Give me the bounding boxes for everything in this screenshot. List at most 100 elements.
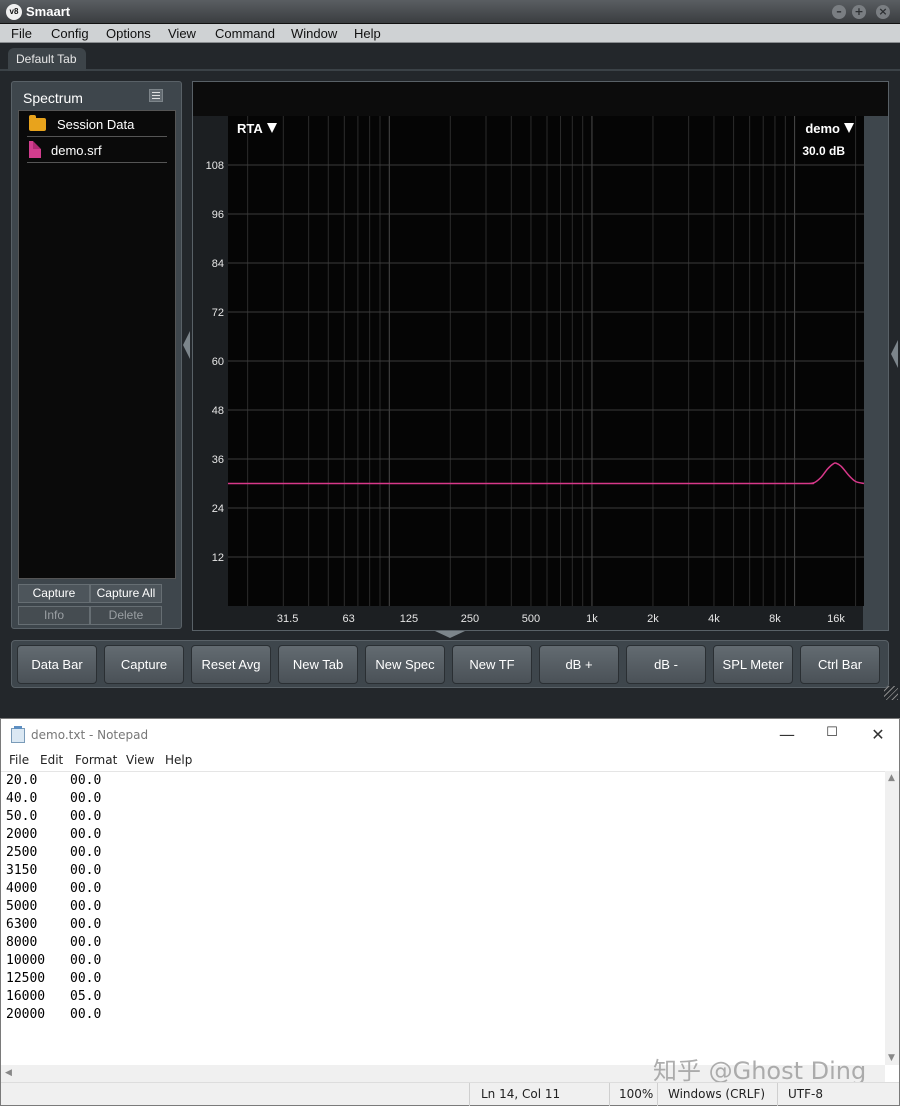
text-editor[interactable]: 20.0 00.0 40.0 00.0 50.0 00.0 2000 00.0 2500 00.0… — [1, 771, 885, 1065]
maximize-icon[interactable]: + — [852, 5, 866, 19]
menu-bar: File Config Options View Command Window … — [0, 24, 900, 43]
delete-button[interactable]: Delete — [90, 606, 162, 625]
resize-grip-icon[interactable] — [884, 686, 898, 700]
menu-command[interactable]: Command — [215, 26, 275, 41]
frequency-value: 20000 — [6, 1007, 46, 1022]
expand-right-icon[interactable] — [891, 340, 898, 368]
menu-help[interactable]: Help — [354, 26, 381, 41]
tab-default[interactable]: Default Tab — [8, 48, 86, 71]
vertical-scrollbar[interactable]: ▲ ▼ — [885, 771, 899, 1065]
status-separator — [657, 1083, 658, 1106]
text-line: 20000 00.0 — [6, 1007, 101, 1025]
x-axis: 31.5 63 125 250 500 1k 2k 4k 8k 16k — [277, 613, 845, 625]
frequency-value: 5000 — [6, 899, 38, 914]
y-tick-label: 24 — [212, 503, 224, 515]
cursor-position: Ln 14, Col 11 — [481, 1087, 561, 1101]
y-tick-label: 108 — [206, 160, 224, 172]
gain-value: 00.0 — [70, 827, 102, 842]
gain-value: 00.0 — [70, 809, 102, 824]
db-plus-button[interactable]: dB + — [539, 645, 619, 684]
spl-meter-button[interactable]: SPL Meter — [713, 645, 793, 684]
x-tick-label: 16k — [827, 613, 845, 625]
menu-file[interactable]: File — [11, 26, 32, 41]
folder-icon — [29, 115, 46, 131]
status-separator — [777, 1083, 778, 1106]
notepad-title-bar: demo.txt - Notepad — ☐ ✕ — [1, 719, 899, 751]
scroll-down-icon[interactable]: ▼ — [888, 1053, 895, 1063]
frequency-value: 40.0 — [6, 791, 38, 806]
text-line: 2000 00.0 — [6, 827, 101, 845]
capture-all-button[interactable]: Capture All — [90, 584, 162, 603]
maximize-icon[interactable]: ☐ — [817, 725, 847, 745]
reset-avg-button[interactable]: Reset Avg — [191, 645, 271, 684]
menu-config[interactable]: Config — [51, 26, 89, 41]
data-tree: Session Data demo.srf — [18, 110, 176, 579]
text-line: 20.0 00.0 — [6, 773, 101, 791]
frequency-value: 8000 — [6, 935, 38, 950]
encoding: UTF-8 — [788, 1087, 823, 1101]
trace-name-label[interactable]: demo — [805, 121, 840, 136]
x-tick-label: 125 — [400, 613, 418, 625]
notepad-menu-bar: File Edit Format View Help — [1, 751, 899, 771]
scroll-left-icon[interactable]: ◀ — [5, 1068, 12, 1078]
notepad-window: demo.txt - Notepad — ☐ ✕ File Edit Forma… — [0, 718, 900, 1106]
menu-file[interactable]: File — [9, 753, 29, 767]
capture-button[interactable]: Capture — [18, 584, 90, 603]
new-spec-button[interactable]: New Spec — [365, 645, 445, 684]
y-axis: 108 96 84 72 60 48 36 24 12 — [206, 160, 224, 564]
text-line: 12500 00.0 — [6, 971, 101, 989]
tree-item-demo-srf[interactable]: demo.srf — [27, 139, 167, 163]
data-bar-button[interactable]: Data Bar — [17, 645, 97, 684]
menu-view[interactable]: View — [126, 753, 154, 767]
menu-view[interactable]: View — [168, 26, 196, 41]
minimize-icon[interactable]: – — [832, 5, 846, 19]
close-icon[interactable]: ✕ — [863, 725, 893, 745]
menu-edit[interactable]: Edit — [40, 753, 63, 767]
text-line: 6300 00.0 — [6, 917, 101, 935]
notepad-icon — [11, 726, 25, 743]
frequency-value: 2500 — [6, 845, 38, 860]
gain-value: 00.0 — [70, 791, 102, 806]
y-tick-label: 12 — [212, 552, 224, 564]
rta-mode-label[interactable]: RTA — [237, 121, 263, 136]
y-tick-label: 72 — [212, 307, 224, 319]
frequency-value: 10000 — [6, 953, 46, 968]
menu-help[interactable]: Help — [165, 753, 192, 767]
menu-format[interactable]: Format — [75, 753, 117, 767]
collapse-left-icon[interactable] — [183, 331, 190, 359]
x-tick-label: 1k — [586, 613, 598, 625]
minimize-icon[interactable]: — — [772, 725, 802, 745]
x-tick-label: 8k — [769, 613, 781, 625]
collapse-down-icon[interactable] — [435, 631, 465, 638]
frequency-value: 4000 — [6, 881, 38, 896]
text-line: 2500 00.0 — [6, 845, 101, 863]
info-button[interactable]: Info — [18, 606, 90, 625]
trace-level-readout: 30.0 dB — [802, 144, 845, 158]
tree-item-session-data[interactable]: Session Data — [27, 113, 167, 137]
x-tick-label: 500 — [522, 613, 540, 625]
y-tick-label: 96 — [212, 209, 224, 221]
rta-chart[interactable]: 108 96 84 72 60 48 36 24 12 31.5 63 125 250 500 1k 2k 4… — [193, 82, 888, 630]
new-tab-button[interactable]: New Tab — [278, 645, 358, 684]
menu-options[interactable]: Options — [106, 26, 151, 41]
gain-value: 00.0 — [70, 773, 102, 788]
line-ending: Windows (CRLF) — [668, 1087, 766, 1101]
close-icon[interactable]: × — [876, 5, 890, 19]
panel-menu-icon[interactable] — [149, 89, 163, 102]
new-tf-button[interactable]: New TF — [452, 645, 532, 684]
y-tick-label: 48 — [212, 405, 224, 417]
gain-value: 00.0 — [70, 899, 102, 914]
db-minus-button[interactable]: dB - — [626, 645, 706, 684]
capture-bar-button[interactable]: Capture — [104, 645, 184, 684]
gain-value: 05.0 — [70, 989, 102, 1004]
frequency-value: 3150 — [6, 863, 38, 878]
gain-value: 00.0 — [70, 917, 102, 932]
control-bar: Data Bar Capture Reset Avg New Tab New S… — [11, 640, 889, 688]
frequency-value: 20.0 — [6, 773, 38, 788]
text-line: 4000 00.0 — [6, 881, 101, 899]
ctrl-bar-button[interactable]: Ctrl Bar — [800, 645, 880, 684]
scroll-up-icon[interactable]: ▲ — [888, 773, 895, 783]
x-tick-label: 2k — [647, 613, 659, 625]
menu-window[interactable]: Window — [291, 26, 337, 41]
text-line: 8000 00.0 — [6, 935, 101, 953]
